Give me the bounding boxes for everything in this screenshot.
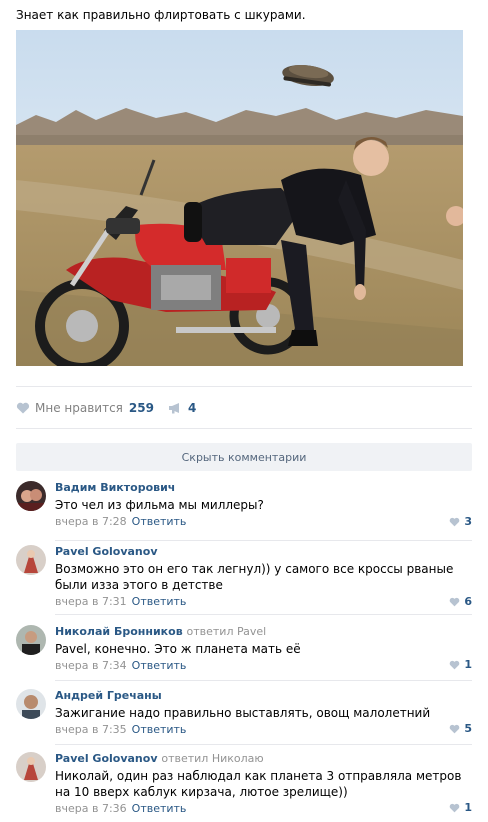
comment-like-button[interactable]: 3 [449,515,472,528]
comment-time[interactable]: вчера в 7:36 [55,802,127,815]
avatar[interactable] [16,625,46,655]
comment: Pavel Golovanov Возможно это он его так … [16,545,472,615]
avatar[interactable] [16,545,46,575]
like-button[interactable]: Мне нравится 259 [16,401,154,415]
like-count: 259 [128,401,154,415]
divider [55,614,472,615]
comment-like-count: 5 [464,722,472,735]
post-actions: Мне нравится 259 4 [16,399,210,417]
comment-time[interactable]: вчера в 7:35 [55,723,127,736]
comment-like-button[interactable]: 1 [449,658,472,671]
divider [55,744,472,745]
comment-text: Это чел из фильма мы миллеры? [55,498,264,512]
divider [55,680,472,681]
heart-icon [450,660,460,669]
reply-to-label[interactable]: ответил Николаю [161,752,263,765]
comment: Pavel Golovanov ответил Николаю Николай,… [16,752,472,818]
comment-like-count: 6 [464,595,472,608]
comment-author[interactable]: Николай Бронников [55,625,183,638]
megaphone-icon [168,403,179,414]
comment: Андрей Гречаны Зажигание надо правильно … [16,689,472,745]
reply-button[interactable]: Ответить [132,515,187,528]
comment-like-count: 1 [464,658,472,671]
comment-time[interactable]: вчера в 7:31 [55,595,127,608]
comment-like-count: 1 [464,801,472,814]
comment: Николай Бронников ответил Pavel Pavel, к… [16,625,472,681]
comment-author[interactable]: Андрей Гречаны [55,689,472,703]
post-photo[interactable] [16,30,463,366]
comment-author[interactable]: Вадим Викторович [55,481,472,495]
heart-icon [450,597,460,606]
comment-like-button[interactable]: 5 [449,722,472,735]
reply-button[interactable]: Ответить [132,723,187,736]
comment-author[interactable]: Pavel Golovanov [55,752,158,765]
avatar[interactable] [16,752,46,782]
avatar[interactable] [16,481,46,511]
comment-author[interactable]: Pavel Golovanov [55,545,472,559]
heart-icon [16,402,30,414]
heart-icon [450,724,460,733]
repost-count: 4 [187,401,197,415]
reply-button[interactable]: Ответить [132,659,187,672]
reply-button[interactable]: Ответить [132,802,187,815]
divider [16,428,472,429]
reply-to-label[interactable]: ответил Pavel [187,625,267,638]
comment-time[interactable]: вчера в 7:28 [55,515,127,528]
avatar[interactable] [16,689,46,719]
comment-like-count: 3 [464,515,472,528]
reply-button[interactable]: Ответить [132,595,187,608]
comment-text: Зажигание надо правильно выставлять, ово… [55,706,431,720]
hide-comments-button[interactable]: Скрыть комментарии [16,443,472,471]
comment-time[interactable]: вчера в 7:34 [55,659,127,672]
repost-button[interactable]: 4 [168,401,196,415]
comment-text: Pavel, конечно. Это ж планета мать её [55,642,301,656]
comment: Вадим Викторович Это чел из фильма мы ми… [16,481,472,541]
comment-text: Николай, один раз наблюдал как планета 3… [55,769,462,799]
divider [16,386,472,387]
post-text: Знает как правильно флиртовать с шкурами… [16,8,306,22]
divider [55,540,472,541]
like-label: Мне нравится [35,401,123,415]
heart-icon [450,517,460,526]
comment-like-button[interactable]: 6 [449,595,472,608]
comment-like-button[interactable]: 1 [449,801,472,814]
comment-text: Возможно это он его так легнул)) у самог… [55,562,454,592]
heart-icon [450,803,460,812]
